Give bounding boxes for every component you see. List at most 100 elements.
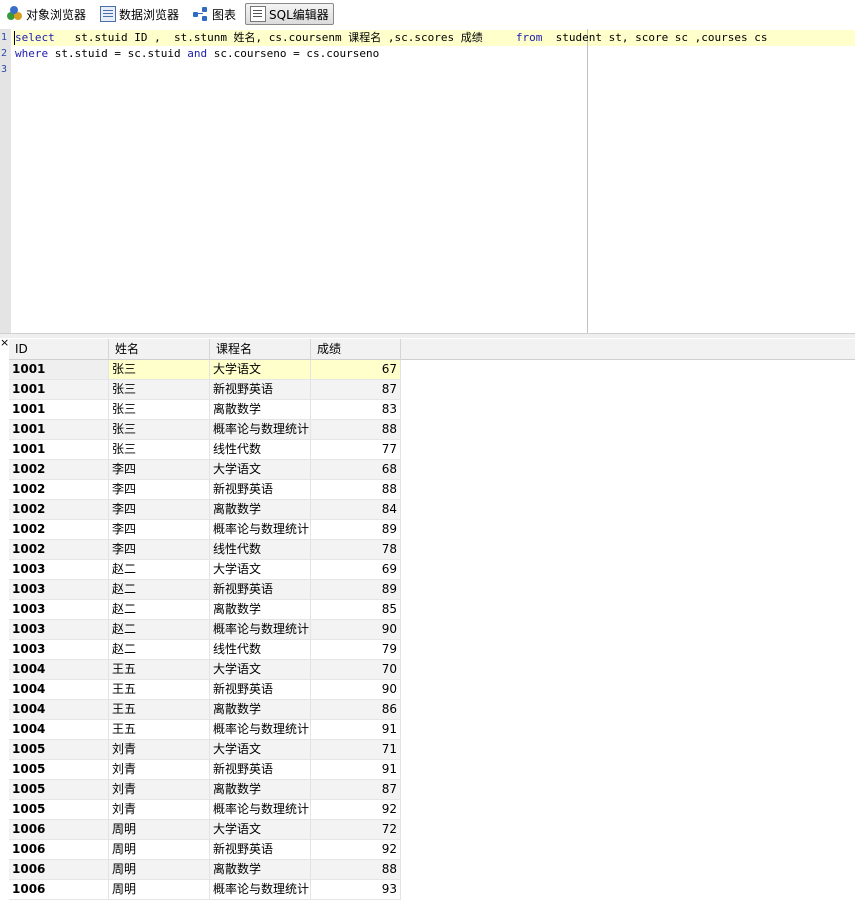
table-row[interactable]: 1001 张三 概率论与数理统计 88 [9, 420, 401, 440]
column-header-score[interactable]: 成绩 [311, 339, 401, 360]
cell-name[interactable]: 周明 [109, 880, 210, 899]
cell-course[interactable]: 新视野英语 [210, 840, 311, 859]
cell-name[interactable]: 张三 [109, 440, 210, 459]
cell-course[interactable]: 概率论与数理统计 [210, 800, 311, 819]
table-row[interactable]: 1003 赵二 离散数学 85 [9, 600, 401, 620]
cell-id[interactable]: 1006 [9, 860, 109, 879]
cell-id[interactable]: 1004 [9, 660, 109, 679]
cell-score[interactable]: 88 [311, 860, 401, 879]
cell-id[interactable]: 1004 [9, 680, 109, 699]
cell-score[interactable]: 88 [311, 420, 401, 439]
cell-id[interactable]: 1006 [9, 840, 109, 859]
cell-id[interactable]: 1001 [9, 380, 109, 399]
cell-name[interactable]: 周明 [109, 860, 210, 879]
object-browser-button[interactable]: 对象浏览器 [2, 3, 91, 25]
cell-id[interactable]: 1005 [9, 800, 109, 819]
cell-course[interactable]: 大学语文 [210, 740, 311, 759]
column-header-course[interactable]: 课程名 [210, 339, 311, 360]
cell-score[interactable]: 89 [311, 580, 401, 599]
table-row[interactable]: 1001 张三 离散数学 83 [9, 400, 401, 420]
table-row[interactable]: 1006 周明 离散数学 88 [9, 860, 401, 880]
cell-course[interactable]: 线性代数 [210, 440, 311, 459]
table-row[interactable]: 1004 王五 大学语文 70 [9, 660, 401, 680]
cell-id[interactable]: 1002 [9, 540, 109, 559]
table-row[interactable]: 1004 王五 新视野英语 90 [9, 680, 401, 700]
cell-course[interactable]: 线性代数 [210, 640, 311, 659]
cell-id[interactable]: 1006 [9, 820, 109, 839]
table-row[interactable]: 1006 周明 概率论与数理统计 93 [9, 880, 401, 900]
cell-name[interactable]: 刘青 [109, 780, 210, 799]
cell-name[interactable]: 王五 [109, 700, 210, 719]
cell-name[interactable]: 李四 [109, 520, 210, 539]
table-row[interactable]: 1001 张三 大学语文 67 [9, 360, 401, 380]
cell-name[interactable]: 赵二 [109, 560, 210, 579]
sql-editor[interactable]: 1 2 3 select st.stuid ID , st.stunm 姓名, cs… [0, 29, 855, 333]
cell-name[interactable]: 赵二 [109, 640, 210, 659]
cell-id[interactable]: 1003 [9, 620, 109, 639]
chart-button[interactable]: 图表 [188, 3, 241, 25]
table-row[interactable]: 1002 李四 新视野英语 88 [9, 480, 401, 500]
cell-course[interactable]: 离散数学 [210, 780, 311, 799]
cell-course[interactable]: 大学语文 [210, 660, 311, 679]
cell-course[interactable]: 新视野英语 [210, 580, 311, 599]
table-row[interactable]: 1001 张三 线性代数 77 [9, 440, 401, 460]
cell-course[interactable]: 线性代数 [210, 540, 311, 559]
cell-id[interactable]: 1003 [9, 580, 109, 599]
cell-score[interactable]: 78 [311, 540, 401, 559]
cell-name[interactable]: 张三 [109, 400, 210, 419]
cell-score[interactable]: 90 [311, 680, 401, 699]
cell-score[interactable]: 87 [311, 780, 401, 799]
cell-id[interactable]: 1005 [9, 780, 109, 799]
cell-score[interactable]: 86 [311, 700, 401, 719]
cell-name[interactable]: 张三 [109, 380, 210, 399]
cell-name[interactable]: 李四 [109, 540, 210, 559]
code-area[interactable]: select st.stuid ID , st.stunm 姓名, cs.cou… [12, 29, 855, 333]
cell-course[interactable]: 离散数学 [210, 860, 311, 879]
cell-score[interactable]: 69 [311, 560, 401, 579]
cell-score[interactable]: 77 [311, 440, 401, 459]
cell-name[interactable]: 赵二 [109, 600, 210, 619]
cell-course[interactable]: 新视野英语 [210, 480, 311, 499]
pane-splitter[interactable] [0, 333, 855, 338]
cell-id[interactable]: 1001 [9, 420, 109, 439]
cell-course[interactable]: 概率论与数理统计 [210, 520, 311, 539]
cell-score[interactable]: 89 [311, 520, 401, 539]
cell-id[interactable]: 1002 [9, 520, 109, 539]
cell-score[interactable]: 88 [311, 480, 401, 499]
cell-name[interactable]: 周明 [109, 840, 210, 859]
cell-course[interactable]: 新视野英语 [210, 380, 311, 399]
cell-name[interactable]: 赵二 [109, 580, 210, 599]
table-row[interactable]: 1005 刘青 大学语文 71 [9, 740, 401, 760]
table-row[interactable]: 1002 李四 线性代数 78 [9, 540, 401, 560]
table-row[interactable]: 1005 刘青 概率论与数理统计 92 [9, 800, 401, 820]
cell-name[interactable]: 王五 [109, 660, 210, 679]
cell-course[interactable]: 大学语文 [210, 820, 311, 839]
cell-id[interactable]: 1002 [9, 480, 109, 499]
cell-course[interactable]: 概率论与数理统计 [210, 620, 311, 639]
cell-id[interactable]: 1004 [9, 720, 109, 739]
cell-course[interactable]: 大学语文 [210, 460, 311, 479]
table-row[interactable]: 1004 王五 离散数学 86 [9, 700, 401, 720]
close-results-icon[interactable]: × [0, 337, 9, 348]
table-row[interactable]: 1002 李四 离散数学 84 [9, 500, 401, 520]
table-row[interactable]: 1004 王五 概率论与数理统计 91 [9, 720, 401, 740]
sql-editor-button[interactable]: SQL编辑器 [245, 3, 334, 25]
cell-id[interactable]: 1003 [9, 600, 109, 619]
cell-name[interactable]: 刘青 [109, 740, 210, 759]
cell-course[interactable]: 概率论与数理统计 [210, 880, 311, 899]
cell-course[interactable]: 离散数学 [210, 400, 311, 419]
data-browser-button[interactable]: 数据浏览器 [95, 3, 184, 25]
cell-id[interactable]: 1001 [9, 400, 109, 419]
cell-course[interactable]: 概率论与数理统计 [210, 420, 311, 439]
cell-name[interactable]: 刘青 [109, 760, 210, 779]
cell-score[interactable]: 70 [311, 660, 401, 679]
cell-name[interactable]: 赵二 [109, 620, 210, 639]
table-row[interactable]: 1002 李四 概率论与数理统计 89 [9, 520, 401, 540]
cell-course[interactable]: 离散数学 [210, 600, 311, 619]
table-row[interactable]: 1006 周明 新视野英语 92 [9, 840, 401, 860]
cell-id[interactable]: 1001 [9, 360, 109, 379]
table-row[interactable]: 1001 张三 新视野英语 87 [9, 380, 401, 400]
cell-course[interactable]: 概率论与数理统计 [210, 720, 311, 739]
cell-name[interactable]: 张三 [109, 420, 210, 439]
cell-id[interactable]: 1004 [9, 700, 109, 719]
